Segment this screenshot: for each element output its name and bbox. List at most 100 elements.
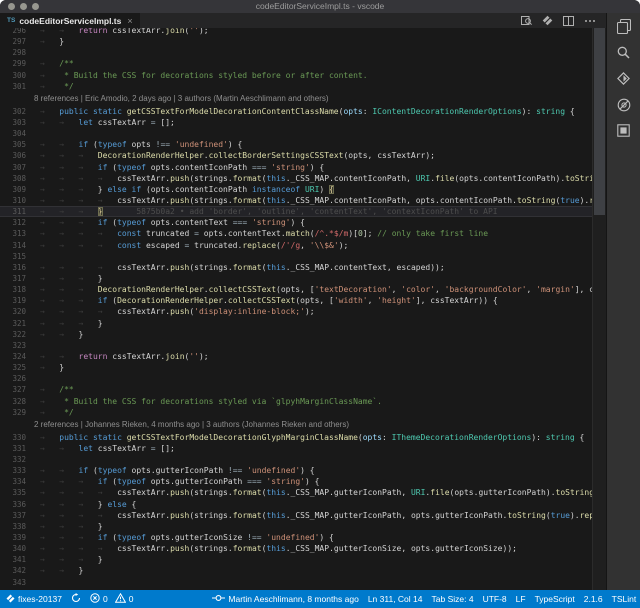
editor-actions <box>521 13 606 28</box>
close-window-button[interactable] <box>8 3 15 10</box>
line-number: 339 <box>0 532 26 543</box>
eol[interactable]: LF <box>516 594 526 604</box>
activity-search[interactable] <box>607 42 640 68</box>
more-actions-icon[interactable] <box>584 19 596 23</box>
code-line[interactable]: 296→ → return cssTextArr.join(''); <box>0 28 593 36</box>
vertical-scrollbar[interactable] <box>592 28 606 590</box>
line-number: 300 <box>0 70 26 81</box>
line-number: 298 <box>0 47 26 58</box>
line-number: 324 <box>0 351 26 362</box>
code-line[interactable]: 314→ → → → const escaped = truncated.rep… <box>0 240 593 251</box>
line-number: 318 <box>0 284 26 295</box>
encoding[interactable]: UTF-8 <box>483 594 507 604</box>
line-number: 319 <box>0 295 26 306</box>
code-line[interactable]: 308→ → → → cssTextArr.push(strings.forma… <box>0 173 593 184</box>
scrollbar-thumb[interactable] <box>594 28 605 215</box>
tab-label: codeEditorServiceImpl.ts <box>19 16 121 26</box>
minimize-window-button[interactable] <box>20 3 27 10</box>
code-line[interactable]: 309→ → → } else if (opts.contentIconPath… <box>0 184 593 195</box>
code-line[interactable]: 327→ /** <box>0 384 593 395</box>
code-line[interactable]: 329→ */ <box>0 407 593 418</box>
code-line[interactable]: 324→ → return cssTextArr.join(''); <box>0 351 593 362</box>
git-branch-indicator[interactable]: fixes-20137 <box>6 594 62 605</box>
zoom-window-button[interactable] <box>32 3 39 10</box>
code-line[interactable]: 305→ → if (typeof opts !== 'undefined') … <box>0 139 593 150</box>
code-line[interactable]: 320→ → → → cssTextArr.push('display:inli… <box>0 306 593 317</box>
sync-button[interactable] <box>71 593 81 605</box>
blame-annotation[interactable]: Martin Aeschlimann, 8 months ago <box>212 594 358 604</box>
codelens-text[interactable]: 8 references | Eric Amodio, 2 days ago |… <box>26 92 329 106</box>
code-line[interactable]: 334→ → → if (typeof opts.gutterIconPath … <box>0 476 593 487</box>
open-preview-icon[interactable] <box>521 15 532 26</box>
code-area[interactable]: 296→ → return cssTextArr.join('');297→ }… <box>0 28 593 590</box>
problems-indicator[interactable]: 0 0 <box>90 593 133 605</box>
warning-icon <box>115 593 126 605</box>
activity-extensions[interactable] <box>607 120 640 146</box>
code-line[interactable]: 323 <box>0 340 593 351</box>
code-line[interactable]: 315 <box>0 251 593 262</box>
code-line[interactable]: 333→ → if (typeof opts.gutterIconPath !=… <box>0 465 593 476</box>
code-line[interactable]: 319→ → → if (DecorationRenderHelper.coll… <box>0 295 593 306</box>
code-line[interactable]: 297→ } <box>0 36 593 47</box>
code-line[interactable]: 326 <box>0 373 593 384</box>
error-count: 0 <box>103 594 108 604</box>
code-line[interactable]: 332 <box>0 454 593 465</box>
line-number: 341 <box>0 554 26 565</box>
code-line[interactable]: 342→ → } <box>0 565 593 576</box>
code-line[interactable]: 318→ → → DecorationRenderHelper.collectC… <box>0 284 593 295</box>
code-line[interactable]: 337→ → → → cssTextArr.push(strings.forma… <box>0 510 593 521</box>
code-line[interactable]: 343 <box>0 577 593 588</box>
close-tab-icon[interactable]: × <box>127 16 132 26</box>
code-line[interactable]: 301→ */ <box>0 81 593 92</box>
code-line[interactable]: 312→ → → if (typeof opts.contentText ===… <box>0 217 593 228</box>
code-line[interactable]: 311→ → → } 5875b0a2 • add 'border', 'out… <box>0 206 593 217</box>
code-line[interactable]: 300→ * Build the CSS for decorations sty… <box>0 70 593 81</box>
split-editor-icon[interactable] <box>563 16 574 26</box>
code-line[interactable]: 336→ → → } else { <box>0 499 593 510</box>
code-line[interactable]: 310→ → → → cssTextArr.push(strings.forma… <box>0 195 593 206</box>
code-line[interactable]: 298 <box>0 47 593 58</box>
code-line[interactable]: 339→ → → if (typeof opts.gutterIconSize … <box>0 532 593 543</box>
code-line[interactable]: 331→ → let cssTextArr = []; <box>0 443 593 454</box>
codelens-row[interactable]: 2 references | Johannes Rieken, 4 months… <box>0 418 593 432</box>
code-line[interactable]: 306→ → → DecorationRenderHelper.collectB… <box>0 150 593 161</box>
code-line[interactable]: 316→ → → → cssTextArr.push(strings.forma… <box>0 262 593 273</box>
language-mode[interactable]: TypeScript <box>535 594 575 604</box>
code-line[interactable]: 313→ → → → const truncated = opts.conten… <box>0 228 593 239</box>
code-line[interactable]: 330→ public static getCSSTextForModelDec… <box>0 432 593 443</box>
tab-size[interactable]: Tab Size: 4 <box>432 594 474 604</box>
line-number: 299 <box>0 58 26 69</box>
code-line[interactable]: 303→ → let cssTextArr = []; <box>0 117 593 128</box>
line-number: 301 <box>0 81 26 92</box>
gitlens-diamond-icon[interactable] <box>542 15 553 26</box>
line-number: 323 <box>0 340 26 351</box>
code-line[interactable]: 321→ → → } <box>0 318 593 329</box>
activity-source-control[interactable] <box>607 68 640 94</box>
codelens-text[interactable]: 2 references | Johannes Rieken, 4 months… <box>26 418 349 432</box>
line-number: 308 <box>0 173 26 184</box>
tslint-status[interactable]: TSLint <box>612 594 637 604</box>
code-line[interactable]: 325→ } <box>0 362 593 373</box>
code-line[interactable]: 304 <box>0 128 593 139</box>
tab-codeEditorServiceImpl[interactable]: TS codeEditorServiceImpl.ts × <box>0 13 140 28</box>
line-number: 321 <box>0 318 26 329</box>
traffic-lights <box>8 3 39 10</box>
activity-debug[interactable] <box>607 94 640 120</box>
line-number: 328 <box>0 396 26 407</box>
code-line[interactable]: 322→ → } <box>0 329 593 340</box>
code-line[interactable]: 338→ → → } <box>0 521 593 532</box>
code-line[interactable]: 335→ → → → cssTextArr.push(strings.forma… <box>0 487 593 498</box>
codelens-row[interactable]: 8 references | Eric Amodio, 2 days ago |… <box>0 92 593 106</box>
code-line[interactable]: 307→ → → if (typeof opts.contentIconPath… <box>0 162 593 173</box>
activity-explorer[interactable] <box>607 16 640 42</box>
cursor-position[interactable]: Ln 311, Col 14 <box>368 594 423 604</box>
line-number: 304 <box>0 128 26 139</box>
typescript-version[interactable]: 2.1.6 <box>584 594 603 604</box>
code-line[interactable]: 340→ → → → cssTextArr.push(strings.forma… <box>0 543 593 554</box>
code-line[interactable]: 341→ → → } <box>0 554 593 565</box>
code-line[interactable]: 328→ * Build the CSS for decorations sty… <box>0 396 593 407</box>
code-line[interactable]: 302→ public static getCSSTextForModelDec… <box>0 106 593 117</box>
code-line[interactable]: 299→ /** <box>0 58 593 69</box>
line-number: 302 <box>0 106 26 117</box>
code-line[interactable]: 317→ → → } <box>0 273 593 284</box>
